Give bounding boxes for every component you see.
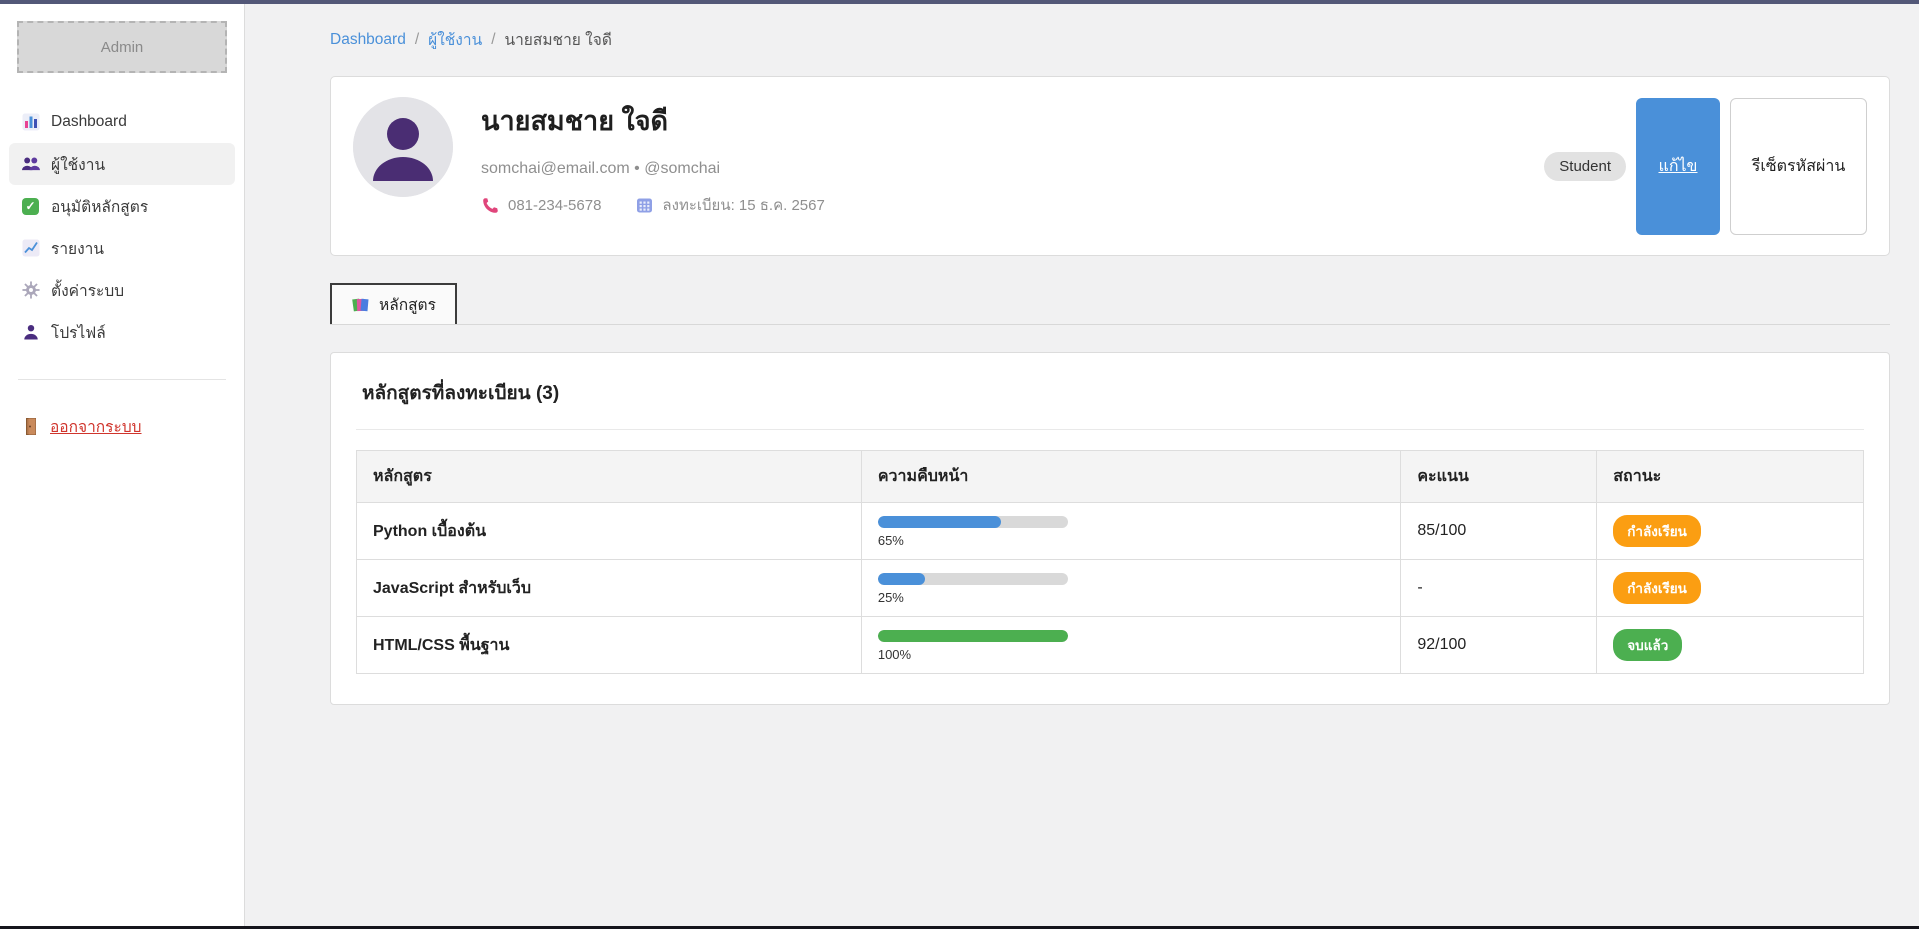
- table-row: Python เบื้องต้น 65% 85/100 กำลังเรียน: [357, 503, 1864, 560]
- app-logo-label: Admin: [101, 39, 144, 56]
- door-icon: [21, 417, 40, 436]
- profile-card: นายสมชาย ใจดี somchai@email.com • @somch…: [330, 76, 1890, 256]
- status-badge: กำลังเรียน: [1613, 515, 1701, 547]
- sidebar-item-profile[interactable]: โปรไฟล์: [9, 311, 235, 353]
- breadcrumb: Dashboard / ผู้ใช้งาน / นายสมชาย ใจดี: [330, 27, 1890, 52]
- courses-table: หลักสูตร ความคืบหน้า คะแนน สถานะ Python …: [356, 450, 1864, 674]
- user-full-name: นายสมชาย ใจดี: [481, 99, 1544, 142]
- dashboard-icon: [21, 113, 40, 132]
- score-value: 92/100: [1401, 617, 1597, 674]
- sidebar-item-label: รายงาน: [51, 236, 104, 261]
- col-header-status: สถานะ: [1597, 451, 1864, 503]
- progress-bar: [878, 630, 1068, 642]
- person-icon: [21, 323, 40, 342]
- progress-cell: 100%: [861, 617, 1401, 674]
- approve-icon: ✓: [21, 197, 40, 216]
- role-badge: Student: [1544, 152, 1626, 181]
- logout-link[interactable]: ออกจากระบบ: [9, 406, 235, 446]
- progress-label: 100%: [878, 647, 1385, 662]
- breadcrumb-separator: /: [491, 31, 495, 49]
- status-cell: กำลังเรียน: [1597, 560, 1864, 617]
- courses-divider: [356, 429, 1864, 430]
- progress-cell: 65%: [861, 503, 1401, 560]
- sidebar-item-label: อนุมัติหลักสูตร: [51, 194, 148, 219]
- sidebar-item-label: ตั้งค่าระบบ: [51, 278, 124, 303]
- tab-courses[interactable]: หลักสูตร: [330, 283, 457, 324]
- progress-fill: [878, 630, 1068, 642]
- sidebar-item-label: ผู้ใช้งาน: [51, 152, 105, 177]
- users-icon: [21, 155, 40, 174]
- progress-fill: [878, 516, 1002, 528]
- sidebar-item-approve[interactable]: ✓ อนุมัติหลักสูตร: [9, 185, 235, 227]
- tab-bar: หลักสูตร: [330, 283, 1890, 325]
- col-header-progress: ความคืบหน้า: [861, 451, 1401, 503]
- sidebar-item-reports[interactable]: รายงาน: [9, 227, 235, 269]
- sidebar-item-users[interactable]: ผู้ใช้งาน: [9, 143, 235, 185]
- edit-button[interactable]: แก้ไข: [1636, 98, 1720, 235]
- progress-cell: 25%: [861, 560, 1401, 617]
- sidebar-divider: [18, 379, 226, 380]
- profile-actions: Student แก้ไข รีเซ็ตรหัสผ่าน: [1544, 97, 1867, 235]
- tab-label: หลักสูตร: [379, 292, 436, 317]
- breadcrumb-users[interactable]: ผู้ใช้งาน: [428, 27, 482, 52]
- col-header-score: คะแนน: [1401, 451, 1597, 503]
- table-row: JavaScript สำหรับเว็บ 25% - กำลังเรียน: [357, 560, 1864, 617]
- registration-date: ลงทะเบียน: 15 ธ.ค. 2567: [662, 193, 824, 217]
- status-badge: จบแล้ว: [1613, 629, 1682, 661]
- table-row: HTML/CSS พื้นฐาน 100% 92/100 จบแล้ว: [357, 617, 1864, 674]
- progress-fill: [878, 573, 926, 585]
- sidebar-item-dashboard[interactable]: Dashboard: [9, 101, 235, 143]
- sidebar-item-settings[interactable]: ตั้งค่าระบบ: [9, 269, 235, 311]
- course-name: Python เบื้องต้น: [357, 503, 862, 560]
- score-value: -: [1401, 560, 1597, 617]
- phone-item: 081-234-5678: [481, 196, 601, 215]
- progress-bar: [878, 573, 1068, 585]
- score-value: 85/100: [1401, 503, 1597, 560]
- breadcrumb-dashboard[interactable]: Dashboard: [330, 31, 406, 49]
- progress-label: 25%: [878, 590, 1385, 605]
- phone-icon: [481, 196, 500, 215]
- breadcrumb-separator: /: [415, 31, 419, 49]
- books-icon: [351, 295, 370, 314]
- sidebar: Admin Dashboard ผู้ใช้งาน ✓ อนุมัติหลักส…: [0, 4, 245, 926]
- status-cell: กำลังเรียน: [1597, 503, 1864, 560]
- col-header-course: หลักสูตร: [357, 451, 862, 503]
- main-content: Dashboard / ผู้ใช้งาน / นายสมชาย ใจดี นา…: [245, 4, 1919, 926]
- profile-info: นายสมชาย ใจดี somchai@email.com • @somch…: [481, 97, 1544, 217]
- top-accent-bar: [0, 0, 1919, 4]
- sidebar-item-label: Dashboard: [51, 113, 127, 131]
- progress-bar: [878, 516, 1068, 528]
- gear-icon: [21, 281, 40, 300]
- sidebar-nav: Dashboard ผู้ใช้งาน ✓ อนุมัติหลักสูตร รา…: [0, 101, 244, 353]
- logout-label: ออกจากระบบ: [50, 414, 142, 439]
- reports-icon: [21, 239, 40, 258]
- registration-item: ลงทะเบียน: 15 ธ.ค. 2567: [635, 193, 824, 217]
- sidebar-item-label: โปรไฟล์: [51, 320, 106, 345]
- status-cell: จบแล้ว: [1597, 617, 1864, 674]
- profile-meta-row: 081-234-5678 ลงทะเบียน: 15 ธ.ค. 2567: [481, 193, 1544, 217]
- breadcrumb-current: นายสมชาย ใจดี: [505, 27, 612, 52]
- avatar: [353, 97, 453, 197]
- courses-card: หลักสูตรที่ลงทะเบียน (3) หลักสูตร ความคื…: [330, 352, 1890, 705]
- course-name: JavaScript สำหรับเว็บ: [357, 560, 862, 617]
- courses-title: หลักสูตรที่ลงทะเบียน (3): [356, 378, 1864, 408]
- status-badge: กำลังเรียน: [1613, 572, 1701, 604]
- phone-number: 081-234-5678: [508, 197, 601, 214]
- progress-label: 65%: [878, 533, 1385, 548]
- app-logo: Admin: [17, 21, 227, 73]
- table-header-row: หลักสูตร ความคืบหน้า คะแนน สถานะ: [357, 451, 1864, 503]
- calendar-icon: [635, 196, 654, 215]
- user-email-handle: somchai@email.com • @somchai: [481, 160, 1544, 178]
- course-name: HTML/CSS พื้นฐาน: [357, 617, 862, 674]
- reset-password-button[interactable]: รีเซ็ตรหัสผ่าน: [1730, 98, 1867, 235]
